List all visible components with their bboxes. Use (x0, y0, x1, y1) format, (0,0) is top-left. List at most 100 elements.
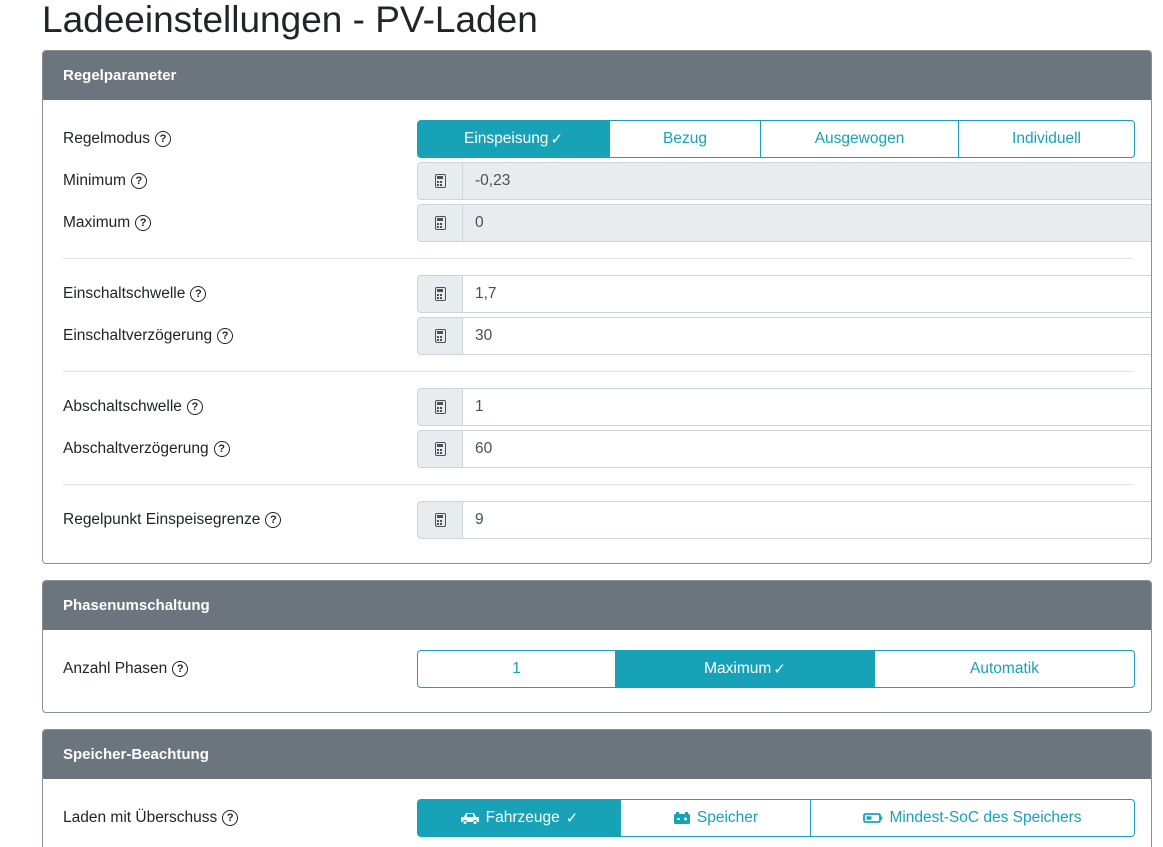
laden-mit-ueberschuss-row: Laden mit Überschuss ? Fahrzeuge ✓ Speic… (43, 799, 1151, 837)
einschaltverzoegerung-row: Einschaltverzögerung ? 30 s (43, 317, 1151, 355)
calculator-icon (434, 287, 446, 301)
abschaltschwelle-row: Abschaltschwelle ? 1 kW (43, 388, 1151, 426)
calculator-addon[interactable] (417, 501, 463, 539)
help-icon[interactable]: ? (186, 399, 203, 415)
regelmodus-label: Regelmodus ? (63, 120, 172, 158)
help-icon[interactable]: ? (155, 131, 172, 147)
help-icon[interactable]: ? (265, 512, 282, 528)
regelpunkt-input[interactable]: 9 (463, 501, 1151, 539)
battery-icon (673, 812, 690, 824)
minimum-field: -0,23 (463, 162, 1151, 200)
help-icon[interactable]: ? (172, 661, 189, 677)
phasen-automatik-button[interactable]: Automatik (874, 650, 1135, 688)
regelpunkt-label-text: Regelpunkt Einspeisegrenze (63, 511, 261, 528)
einschaltverzoegerung-input[interactable]: 30 (463, 317, 1151, 355)
regelpunkt-input-group: 9 kW (417, 501, 1151, 539)
help-icon[interactable]: ? (130, 173, 147, 189)
regelmodus-einspeisung-label: Einspeisung (463, 130, 549, 147)
minimum-label-text: Minimum (63, 172, 126, 189)
help-icon[interactable]: ? (190, 286, 207, 302)
divider (63, 371, 1133, 372)
abschaltverzoegerung-label-text: Abschaltverzögerung (63, 440, 209, 457)
fahrzeuge-button[interactable]: Fahrzeuge ✓ (417, 799, 621, 837)
minimum-label: Minimum ? (63, 162, 147, 200)
speicher-card: Speicher-Beachtung Laden mit Überschuss … (42, 729, 1152, 847)
anzahl-phasen-label-text: Anzahl Phasen (63, 660, 168, 677)
speicher-button[interactable]: Speicher (620, 799, 811, 837)
check-icon: ✓ (773, 661, 786, 678)
speicher-header: Speicher-Beachtung (43, 730, 1151, 779)
abschaltverzoegerung-row: Abschaltverzögerung ? 60 s (43, 430, 1151, 468)
einschaltschwelle-row: Einschaltschwelle ? 1,7 kW (43, 275, 1151, 313)
anzahl-phasen-label: Anzahl Phasen ? (63, 650, 189, 688)
phasen-1-label: 1 (512, 660, 521, 677)
car-icon (460, 812, 479, 825)
divider (63, 258, 1133, 259)
phasen-automatik-label: Automatik (970, 660, 1039, 677)
abschaltschwelle-label-text: Abschaltschwelle (63, 398, 182, 415)
calculator-addon[interactable] (417, 430, 463, 468)
calculator-addon[interactable] (417, 388, 463, 426)
einschaltschwelle-label: Einschaltschwelle ? (63, 275, 207, 313)
regelparameter-card: Regelparameter Regelmodus ? Einspeisung ✓… (42, 50, 1152, 564)
check-icon: ✓ (550, 131, 564, 148)
speicher-label: Speicher (696, 809, 759, 826)
regelmodus-bezug-button[interactable]: Bezug (609, 120, 761, 158)
einschaltverzoegerung-label: Einschaltverzögerung ? (63, 317, 234, 355)
phasen-1-button[interactable]: 1 (417, 650, 616, 688)
laden-mit-ueberschuss-label-text: Laden mit Überschuss (63, 809, 218, 826)
calculator-icon (434, 174, 446, 188)
regelmodus-einspeisung-button[interactable]: Einspeisung ✓ (417, 120, 610, 158)
phasen-maximum-button[interactable]: Maximum ✓ (615, 650, 875, 688)
regelpunkt-row: Regelpunkt Einspeisegrenze ? 9 kW (43, 501, 1151, 539)
calculator-icon (434, 442, 446, 456)
abschaltschwelle-value: 1 (475, 398, 484, 415)
anzahl-phasen-row: Anzahl Phasen ? 1 Maximum ✓ Automatik (43, 650, 1151, 688)
regelmodus-bezug-label: Bezug (663, 130, 707, 147)
calculator-addon[interactable] (417, 317, 463, 355)
anzahl-phasen-button-group: 1 Maximum ✓ Automatik (417, 650, 1151, 688)
abschaltverzoegerung-label: Abschaltverzögerung ? (63, 430, 230, 468)
regelmodus-label-text: Regelmodus (63, 130, 151, 147)
divider (63, 484, 1133, 485)
maximum-input-group: 0 kW (417, 204, 1151, 242)
einschaltverzoegerung-label-text: Einschaltverzögerung (63, 327, 213, 344)
regelmodus-individuell-label: Individuell (1012, 130, 1081, 147)
regelmodus-individuell-button[interactable]: Individuell (958, 120, 1135, 158)
laden-mit-ueberschuss-button-group: Fahrzeuge ✓ Speicher Mindest-SoC des Spe… (417, 799, 1151, 837)
page-title: Ladeeinstellungen - PV-Laden (42, 0, 538, 40)
regelmodus-ausgewogen-label: Ausgewogen (814, 130, 905, 147)
regelmodus-ausgewogen-button[interactable]: Ausgewogen (760, 120, 959, 158)
calculator-icon (434, 513, 446, 527)
einschaltverzoegerung-input-group: 30 s (417, 317, 1151, 355)
abschaltverzoegerung-input[interactable]: 60 (463, 430, 1151, 468)
abschaltverzoegerung-input-group: 60 s (417, 430, 1151, 468)
help-icon[interactable]: ? (135, 215, 152, 231)
mindest-soc-button[interactable]: Mindest-SoC des Speichers (810, 799, 1135, 837)
minimum-input-group: -0,23 kW (417, 162, 1151, 200)
check-icon: ✓ (565, 810, 579, 827)
calculator-addon (417, 162, 463, 200)
help-icon[interactable]: ? (217, 328, 234, 344)
calculator-icon (434, 400, 446, 414)
calculator-addon[interactable] (417, 275, 463, 313)
phasenumschaltung-card: Phasenumschaltung Anzahl Phasen ? 1 Maxi… (42, 580, 1152, 713)
help-icon[interactable]: ? (213, 441, 230, 457)
regelmodus-row: Regelmodus ? Einspeisung ✓ Bezug Ausgewog… (43, 120, 1151, 158)
maximum-label: Maximum ? (63, 204, 152, 242)
laden-mit-ueberschuss-label: Laden mit Überschuss ? (63, 799, 239, 837)
regelpunkt-label: Regelpunkt Einspeisegrenze ? (63, 501, 282, 539)
regelmodus-button-group: Einspeisung ✓ Bezug Ausgewogen Individuel… (417, 120, 1151, 158)
calculator-icon (434, 216, 446, 230)
abschaltschwelle-input[interactable]: 1 (463, 388, 1151, 426)
einschaltschwelle-input[interactable]: 1,7 (463, 275, 1151, 313)
phasen-maximum-label: Maximum (704, 660, 772, 677)
battery-low-icon (863, 813, 883, 823)
einschaltschwelle-input-group: 1,7 kW (417, 275, 1151, 313)
minimum-row: Minimum ? -0,23 kW (43, 162, 1151, 200)
help-icon[interactable]: ? (222, 810, 239, 826)
calculator-icon (434, 329, 446, 343)
mindest-soc-label: Mindest-SoC des Speichers (889, 809, 1082, 826)
phasenumschaltung-header: Phasenumschaltung (43, 581, 1151, 630)
einschaltschwelle-label-text: Einschaltschwelle (63, 285, 186, 302)
